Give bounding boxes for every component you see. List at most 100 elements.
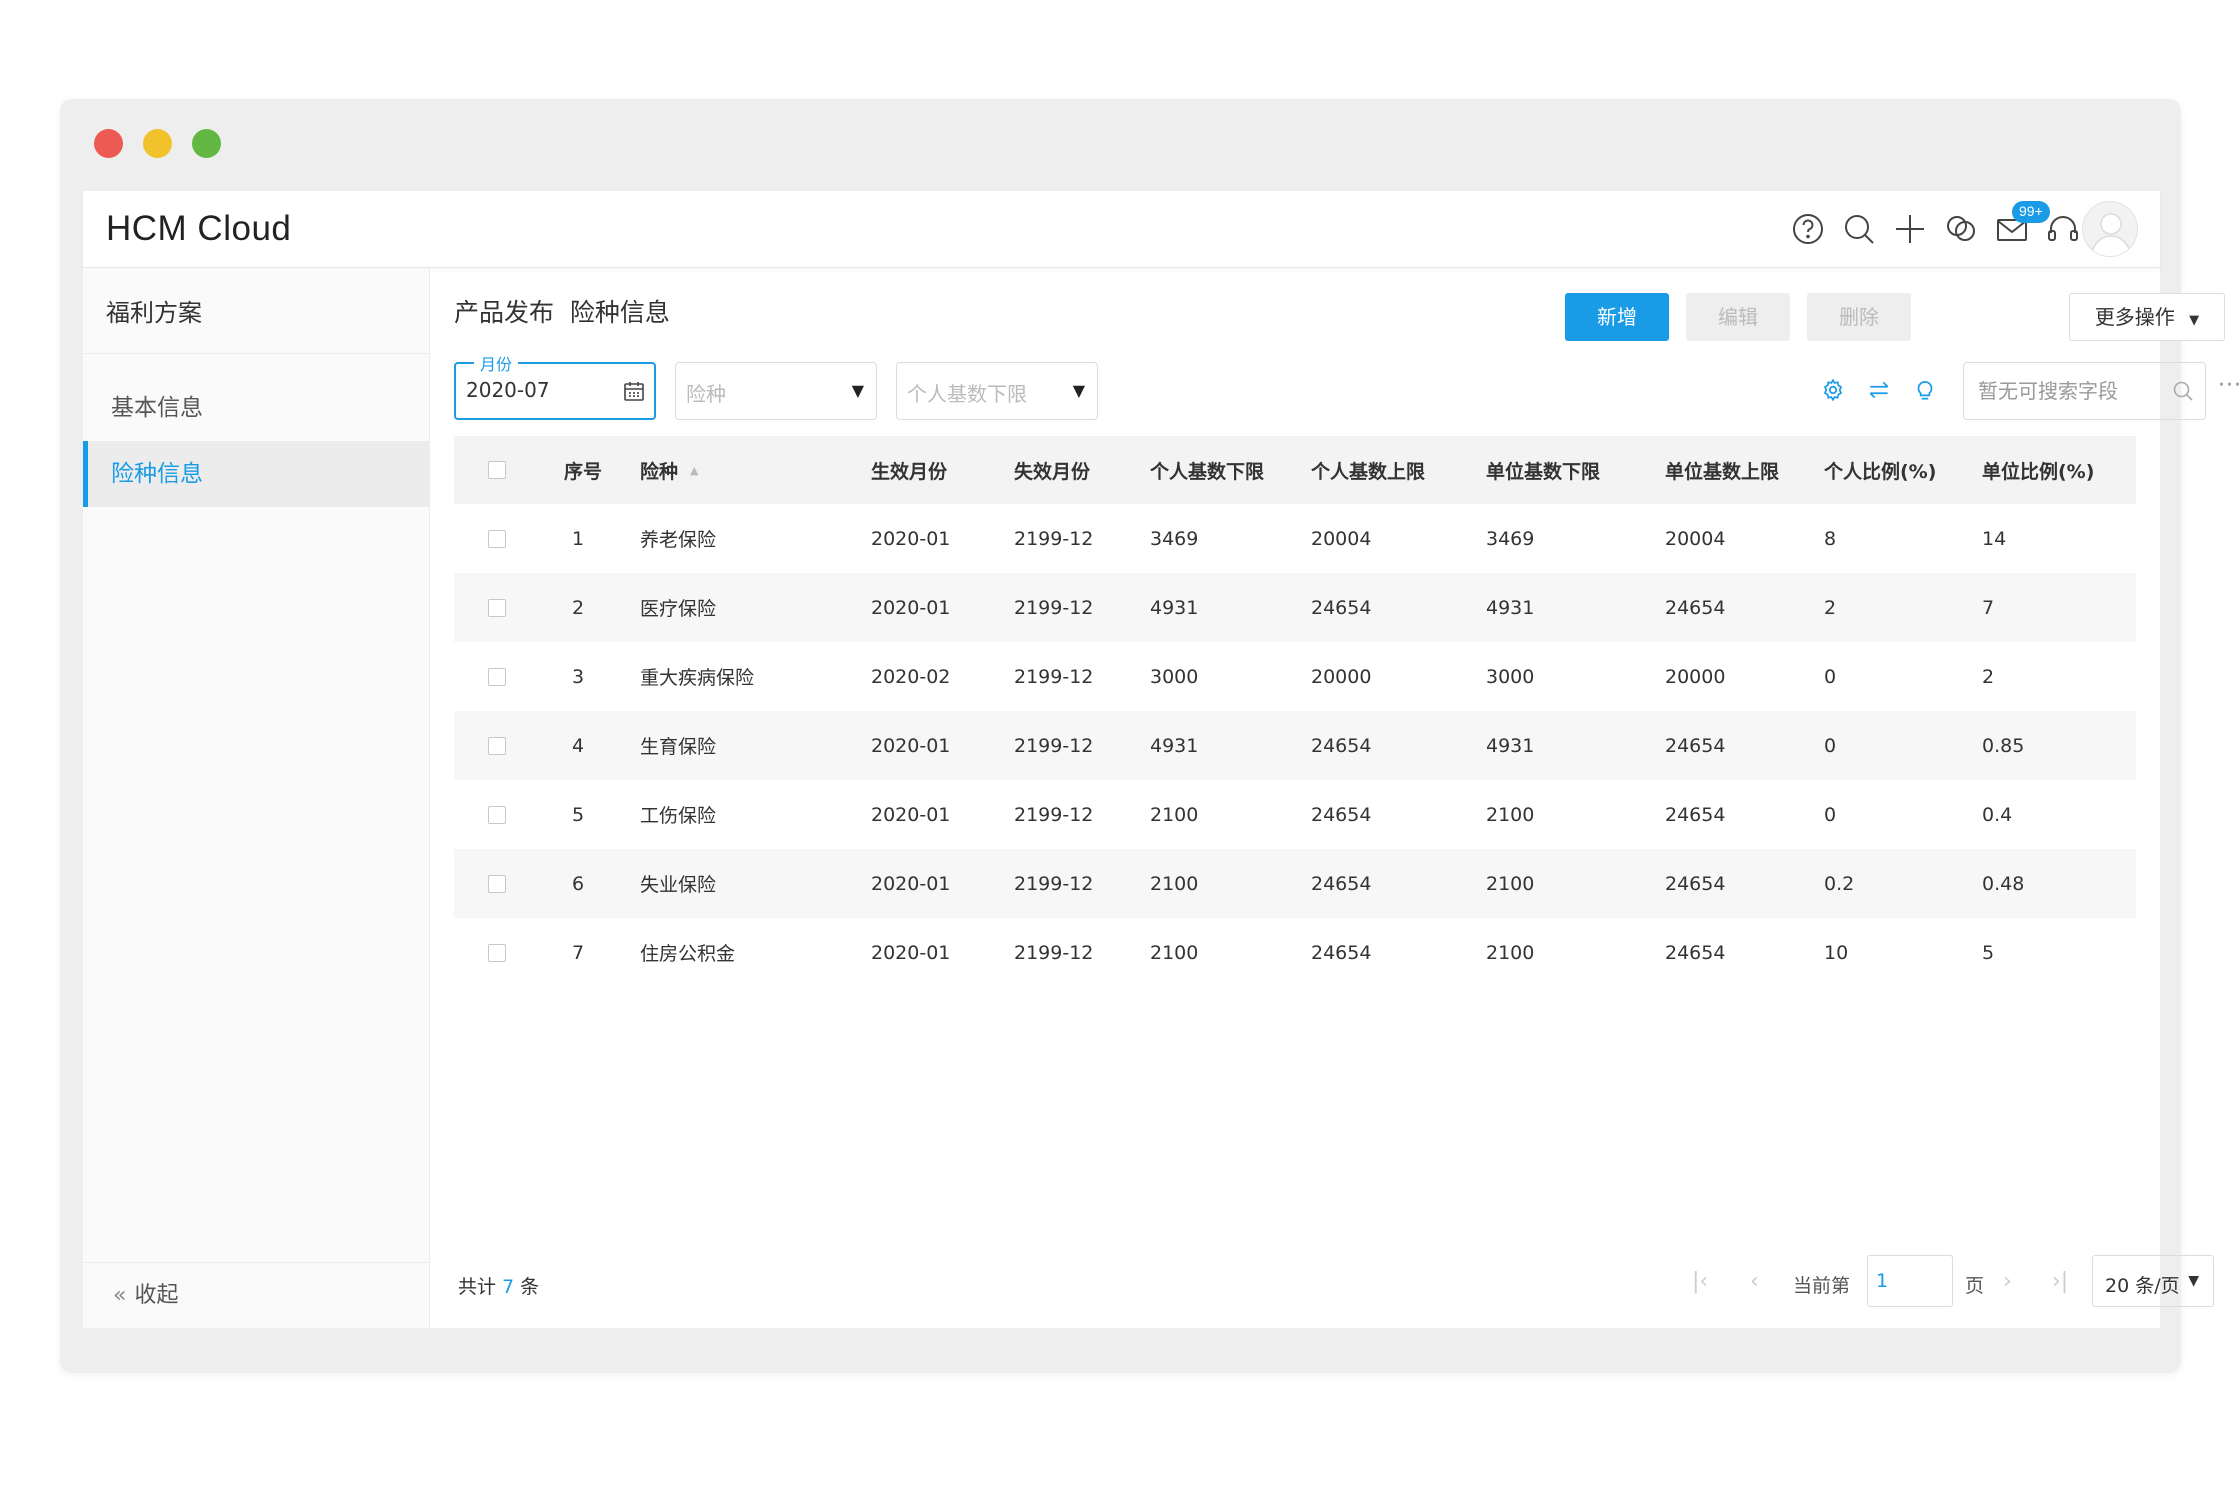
page-number-input[interactable] [1868, 1256, 1952, 1306]
table-row[interactable]: 3 重大疾病保险 2020-02 2199-12 3000 20000 3000 20000 0… [454, 642, 2136, 711]
effective-month-cell: 2020-01 [871, 734, 951, 757]
collapse-sidebar-button[interactable]: « 收起 [83, 1262, 429, 1328]
row-select-cell [488, 711, 506, 780]
row-index-cell: 1 [572, 527, 585, 550]
sort-asc-icon[interactable]: ▲ [690, 464, 698, 477]
personal-base-max-cell: 20004 [1311, 527, 1372, 550]
more-actions-button[interactable]: 更多操作 ▼ [2069, 293, 2225, 341]
table-row[interactable]: 7 住房公积金 2020-01 2199-12 2100 24654 2100 24654 10… [454, 918, 2136, 987]
avatar[interactable] [2082, 201, 2138, 257]
row-checkbox[interactable] [488, 943, 506, 962]
base-lower-placeholder: 个人基数下限 [907, 382, 1027, 406]
page-size-select[interactable]: 20 条/页 ▼ [2092, 1255, 2214, 1307]
add-button[interactable]: 新增 [1565, 293, 1669, 341]
page-suffix-label: 页 [1965, 1275, 1985, 1297]
base-lower-select[interactable]: 个人基数下限 ▼ [896, 362, 1098, 420]
company-rate-cell: 0.85 [1982, 734, 2025, 757]
search-icon[interactable] [2171, 379, 2195, 403]
column-header-sortable[interactable]: 险种 ▲ [640, 436, 698, 504]
table-search-input[interactable] [1964, 363, 2154, 419]
select-all-checkbox[interactable] [488, 461, 506, 479]
expiry-month-cell: 2199-12 [1014, 527, 1094, 550]
month-value: 2020-07 [466, 378, 550, 402]
expiry-month-cell: 2199-12 [1014, 941, 1094, 964]
personal-rate-cell: 2 [1824, 596, 1837, 619]
page-title: 产品发布 险种信息 [454, 298, 670, 327]
caret-down-icon: ▼ [851, 381, 864, 400]
table-row[interactable]: 4 生育保险 2020-01 2199-12 4931 24654 4931 24654 0 0.… [454, 711, 2136, 780]
window-controls [94, 129, 221, 158]
settings-icon[interactable] [1820, 377, 1846, 403]
more-options-icon[interactable]: ··· [2218, 373, 2240, 398]
insurance-type-select[interactable]: 险种 ▼ [675, 362, 877, 420]
personal-base-max-cell: 24654 [1311, 596, 1372, 619]
personal-base-max-cell: 24654 [1311, 734, 1372, 757]
search-icon[interactable] [1841, 211, 1877, 247]
brand-logo: HCM Cloud [106, 209, 292, 248]
lightbulb-icon[interactable] [1912, 377, 1938, 403]
personal-base-max-cell: 24654 [1311, 872, 1372, 895]
personal-base-min-cell: 2100 [1150, 803, 1199, 826]
row-select-cell [488, 780, 506, 849]
plus-icon[interactable] [1892, 211, 1928, 247]
maximize-window-button[interactable] [192, 129, 221, 158]
insurance-type-placeholder: 险种 [686, 382, 726, 406]
effective-month-cell: 2020-01 [871, 596, 951, 619]
expiry-month-cell: 2199-12 [1014, 803, 1094, 826]
company-rate-cell: 0.4 [1982, 803, 2013, 826]
chat-icon[interactable] [1943, 211, 1979, 247]
table-row[interactable]: 5 工伤保险 2020-01 2199-12 2100 24654 2100 24654 0 0.… [454, 780, 2136, 849]
table-header: 序号 险种 ▲ 生效月份 失效月份 个人基数下限 个人基数上限 单位基数下限 单位… [454, 436, 2136, 504]
sidebar-divider [83, 353, 429, 354]
close-window-button[interactable] [94, 129, 123, 158]
month-picker[interactable]: 月份 2020-07 [454, 351, 656, 420]
minimize-window-button[interactable] [143, 129, 172, 158]
personal-base-max-cell: 24654 [1311, 803, 1372, 826]
column-header: 序号 [564, 460, 603, 483]
company-rate-cell: 7 [1982, 596, 1995, 619]
last-page-icon[interactable]: ›| [2052, 1269, 2068, 1294]
double-chevron-left-icon: « [113, 1283, 127, 1308]
row-checkbox[interactable] [488, 874, 506, 893]
insurance-name-cell: 重大疾病保险 [640, 667, 755, 689]
insurance-table: 序号 险种 ▲ 生效月份 失效月份 个人基数下限 个人基数上限 单位基数下限 单位… [454, 436, 2136, 987]
select-all-cell [488, 436, 506, 504]
mail-icon[interactable]: 99+ [1994, 201, 2050, 247]
company-base-max-cell: 24654 [1665, 803, 1726, 826]
insurance-name-cell: 养老保险 [640, 529, 717, 551]
row-checkbox[interactable] [488, 529, 506, 548]
first-page-icon[interactable]: |‹ [1692, 1269, 1708, 1294]
sidebar-item-insurance-info[interactable]: 险种信息 [83, 441, 429, 507]
help-icon[interactable] [1790, 211, 1826, 247]
company-base-min-cell: 2100 [1486, 872, 1535, 895]
table-body: 1 养老保险 2020-01 2199-12 3469 20004 3469 20004 8 14… [454, 504, 2136, 987]
row-checkbox[interactable] [488, 667, 506, 686]
sidebar-item-basic-info[interactable]: 基本信息 [83, 375, 429, 441]
row-index-cell: 3 [572, 665, 585, 688]
table-row[interactable]: 2 医疗保险 2020-01 2199-12 4931 24654 4931 24654 2 7 [454, 573, 2136, 642]
table-search[interactable] [1963, 362, 2206, 420]
company-base-min-cell: 3469 [1486, 527, 1535, 550]
page-number-field[interactable] [1867, 1255, 1953, 1307]
company-base-max-cell: 24654 [1665, 734, 1726, 757]
prev-page-icon[interactable]: ‹ [1750, 1269, 1759, 1294]
delete-button[interactable]: 删除 [1807, 293, 1911, 341]
swap-icon[interactable] [1866, 377, 1892, 403]
column-header-label: 险种 [640, 460, 679, 483]
next-page-icon[interactable]: › [2003, 1269, 2012, 1294]
column-header: 单位比例(%) [1982, 460, 2095, 483]
row-checkbox[interactable] [488, 736, 506, 755]
table-row[interactable]: 6 失业保险 2020-01 2199-12 2100 24654 2100 24654 0.2… [454, 849, 2136, 918]
row-checkbox[interactable] [488, 598, 506, 617]
expiry-month-cell: 2199-12 [1014, 596, 1094, 619]
insurance-name-cell: 医疗保险 [640, 598, 717, 620]
headset-icon[interactable] [2045, 211, 2081, 247]
main-panel: 产品发布 险种信息 新增 编辑 删除 更多操作 ▼ 月份 2020-07 险种 … [430, 269, 2240, 1328]
edit-button[interactable]: 编辑 [1686, 293, 1790, 341]
more-actions-label: 更多操作 [2094, 305, 2175, 329]
effective-month-cell: 2020-01 [871, 803, 951, 826]
personal-base-max-cell: 20000 [1311, 665, 1372, 688]
row-checkbox[interactable] [488, 805, 506, 824]
personal-base-min-cell: 4931 [1150, 734, 1199, 757]
table-row[interactable]: 1 养老保险 2020-01 2199-12 3469 20004 3469 20004 8 14 [454, 504, 2136, 573]
